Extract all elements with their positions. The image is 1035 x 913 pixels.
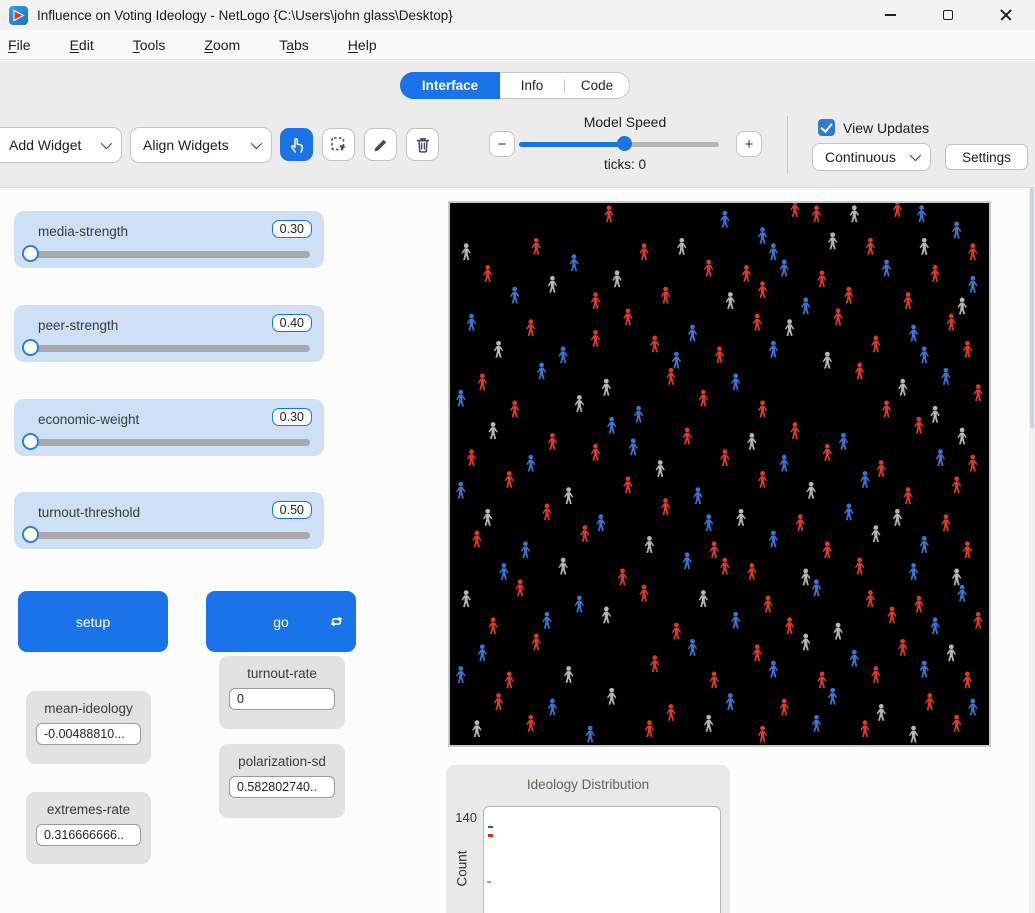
- tab-bar: Interface Info Code: [400, 72, 630, 99]
- monitor-value: 0.316666666..: [36, 824, 141, 846]
- menu-edit[interactable]: Edit: [64, 34, 100, 56]
- vertical-scrollbar[interactable]: [1029, 188, 1035, 913]
- tab-code[interactable]: Code: [565, 78, 629, 93]
- monitor-value: 0: [229, 688, 335, 710]
- toolbar-divider: [787, 116, 788, 174]
- go-button[interactable]: go: [206, 591, 356, 652]
- world-canvas: [450, 203, 989, 745]
- slider-turnout-threshold: turnout-threshold 0.50: [14, 492, 324, 549]
- menu-zoom[interactable]: Zoom: [198, 34, 246, 56]
- slider-economic-weight: economic-weight 0.30: [14, 399, 324, 456]
- monitor-value: -0.00488810...: [36, 723, 141, 745]
- plot-ylabel: Count: [455, 839, 470, 899]
- slider-thumb[interactable]: [22, 245, 39, 262]
- chevron-down-icon: [910, 150, 921, 161]
- menu-bar: File Edit Tools Zoom Tabs Help: [0, 30, 1035, 60]
- slider-peer-strength: peer-strength 0.40: [14, 305, 324, 362]
- view-updates-checkbox[interactable]: [818, 119, 835, 136]
- slider-track[interactable]: [28, 532, 310, 539]
- model-speed-label: Model Speed: [540, 114, 710, 130]
- close-icon: [1000, 9, 1012, 21]
- select-tool-button[interactable]: [280, 128, 313, 161]
- speed-slider-fill: [519, 142, 623, 147]
- netlogo-app-icon: [9, 6, 28, 25]
- slider-track[interactable]: [28, 439, 310, 446]
- monitor-value: 0.582802740..: [229, 776, 335, 798]
- monitor-polarization-sd: polarization-sd 0.582802740..: [219, 744, 345, 818]
- edit-widget-button[interactable]: [364, 128, 397, 161]
- toolbar-zone: Interface Info Code Add Widget Align Wid…: [0, 61, 1035, 188]
- marquee-select-icon: [329, 135, 349, 155]
- speed-minus-button[interactable]: −: [489, 131, 515, 157]
- pencil-icon: [371, 135, 391, 155]
- chevron-down-icon: [101, 138, 112, 149]
- minimize-icon: [885, 14, 896, 16]
- plot-area: [483, 806, 721, 913]
- slider-track[interactable]: [28, 251, 310, 258]
- chevron-down-icon: [251, 138, 262, 149]
- marquee-select-button[interactable]: [322, 128, 355, 161]
- speed-plus-button[interactable]: +: [736, 131, 762, 157]
- setup-button[interactable]: setup: [18, 591, 168, 652]
- slider-track[interactable]: [28, 345, 310, 352]
- maximize-button[interactable]: [919, 0, 977, 30]
- menu-help[interactable]: Help: [342, 34, 383, 56]
- add-widget-dropdown[interactable]: Add Widget: [0, 127, 122, 163]
- hand-pointer-icon: [287, 135, 307, 155]
- tab-info[interactable]: Info: [500, 78, 564, 93]
- maximize-icon: [943, 10, 953, 20]
- plot-ideology-distribution: Ideology Distribution 140 Count: [446, 765, 730, 913]
- plot-pen-mark: [487, 881, 491, 883]
- world-view[interactable]: [448, 201, 991, 747]
- slider-thumb[interactable]: [22, 433, 39, 450]
- align-widgets-dropdown[interactable]: Align Widgets: [130, 127, 272, 163]
- menu-tools[interactable]: Tools: [127, 34, 172, 56]
- monitor-mean-ideology: mean-ideology -0.00488810...: [26, 691, 151, 764]
- ticks-counter: ticks: 0: [540, 157, 710, 172]
- monitor-turnout-rate: turnout-rate 0: [219, 656, 345, 729]
- slider-media-strength: media-strength 0.30: [14, 211, 324, 268]
- menu-file[interactable]: File: [2, 34, 37, 56]
- forever-loop-icon: [328, 613, 345, 630]
- tab-interface[interactable]: Interface: [400, 72, 500, 99]
- speed-slider-thumb[interactable]: [617, 136, 632, 151]
- plot-pen-mark: [488, 826, 493, 828]
- slider-value-box: 0.30: [272, 408, 312, 426]
- delete-widget-button[interactable]: [406, 128, 439, 161]
- window-title: Influence on Voting Ideology - NetLogo {…: [37, 8, 453, 23]
- slider-value-box: 0.40: [272, 314, 312, 332]
- scrollbar-thumb[interactable]: [1030, 188, 1034, 428]
- slider-value-box: 0.50: [272, 501, 312, 519]
- view-updates-label: View Updates: [843, 120, 929, 136]
- settings-button[interactable]: Settings: [945, 144, 1028, 170]
- plot-pen-mark: [488, 834, 493, 837]
- close-button[interactable]: [977, 0, 1035, 30]
- plot-title: Ideology Distribution: [446, 777, 730, 792]
- trash-icon: [413, 135, 433, 155]
- slider-value-box: 0.30: [272, 220, 312, 238]
- update-mode-dropdown[interactable]: Continuous: [812, 143, 931, 171]
- title-bar: Influence on Voting Ideology - NetLogo {…: [0, 0, 1035, 30]
- minimize-button[interactable]: [861, 0, 919, 30]
- plot-ytick-140: 140: [451, 810, 477, 825]
- menu-tabs[interactable]: Tabs: [273, 34, 315, 56]
- slider-thumb[interactable]: [22, 339, 39, 356]
- monitor-extremes-rate: extremes-rate 0.316666666..: [26, 792, 151, 864]
- slider-thumb[interactable]: [22, 526, 39, 543]
